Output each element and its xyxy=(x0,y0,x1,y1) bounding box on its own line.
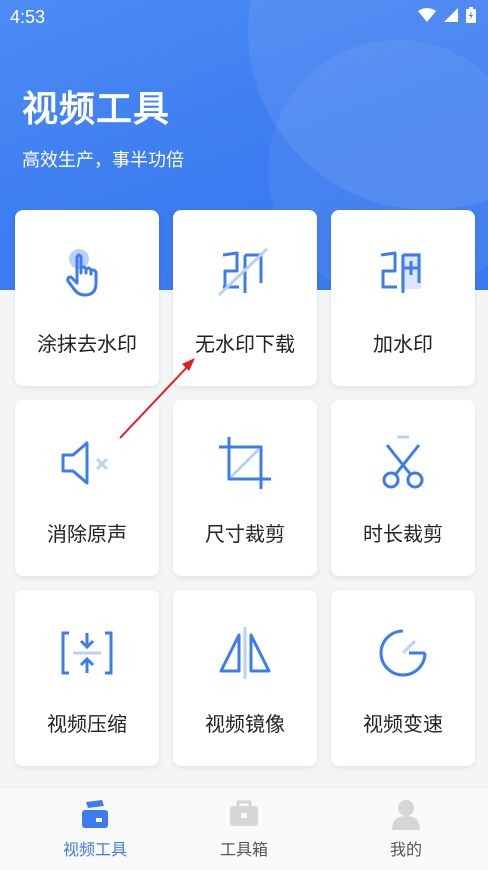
tool-label: 涂抹去水印 xyxy=(37,332,137,356)
bottom-nav: 视频工具 工具箱 我的 xyxy=(0,787,488,870)
nav-video-tools[interactable]: 视频工具 xyxy=(14,788,176,870)
tool-label: 视频变速 xyxy=(363,712,443,736)
crop-icon xyxy=(219,437,271,489)
profile-icon xyxy=(392,800,420,830)
tool-label: 加水印 xyxy=(373,332,433,356)
tool-label: 尺寸裁剪 xyxy=(205,522,285,546)
nav-profile[interactable]: 我的 xyxy=(325,788,487,870)
hand-tap-icon xyxy=(66,249,98,297)
page-subtitle: 高效生产，事半功倍 xyxy=(22,150,184,171)
no-watermark-icon xyxy=(217,247,269,297)
tool-card-video-speed[interactable]: 视频变速 xyxy=(331,590,475,766)
nav-toolbox[interactable]: 工具箱 xyxy=(163,788,325,870)
tool-card-video-mirror[interactable]: 视频镜像 xyxy=(173,590,317,766)
signal-icon xyxy=(444,8,458,22)
tool-label: 无水印下载 xyxy=(195,332,295,356)
mirror-icon xyxy=(219,627,271,679)
tool-card-size-crop[interactable]: 尺寸裁剪 xyxy=(173,400,317,576)
tool-card-remove-audio[interactable]: 消除原声 xyxy=(15,400,159,576)
nav-label: 视频工具 xyxy=(62,840,127,859)
video-tools-icon xyxy=(82,800,108,828)
tool-label: 视频镜像 xyxy=(205,712,285,736)
toolbox-icon xyxy=(230,800,258,826)
nav-label: 工具箱 xyxy=(219,840,268,859)
tool-card-no-watermark-download[interactable]: 无水印下载 xyxy=(173,210,317,386)
battery-icon xyxy=(466,7,476,23)
wifi-icon xyxy=(418,8,436,22)
status-bar: 4:53 xyxy=(0,0,488,34)
compress-icon xyxy=(61,631,113,675)
add-watermark-icon xyxy=(380,251,421,293)
tool-card-video-compress[interactable]: 视频压缩 xyxy=(15,590,159,766)
nav-label: 我的 xyxy=(389,840,422,859)
scissors-icon xyxy=(382,435,424,489)
tool-label: 视频压缩 xyxy=(47,712,127,736)
tool-label: 时长裁剪 xyxy=(363,522,443,546)
tool-label: 消除原声 xyxy=(47,522,127,546)
mute-icon xyxy=(61,441,109,485)
status-time: 4:53 xyxy=(10,7,46,27)
tool-card-duration-trim[interactable]: 时长裁剪 xyxy=(331,400,475,576)
speed-icon xyxy=(379,629,427,677)
tool-card-smear-remove-watermark[interactable]: 涂抹去水印 xyxy=(15,210,159,386)
page-title: 视频工具 xyxy=(22,89,171,130)
tool-card-add-watermark[interactable]: 加水印 xyxy=(331,210,475,386)
